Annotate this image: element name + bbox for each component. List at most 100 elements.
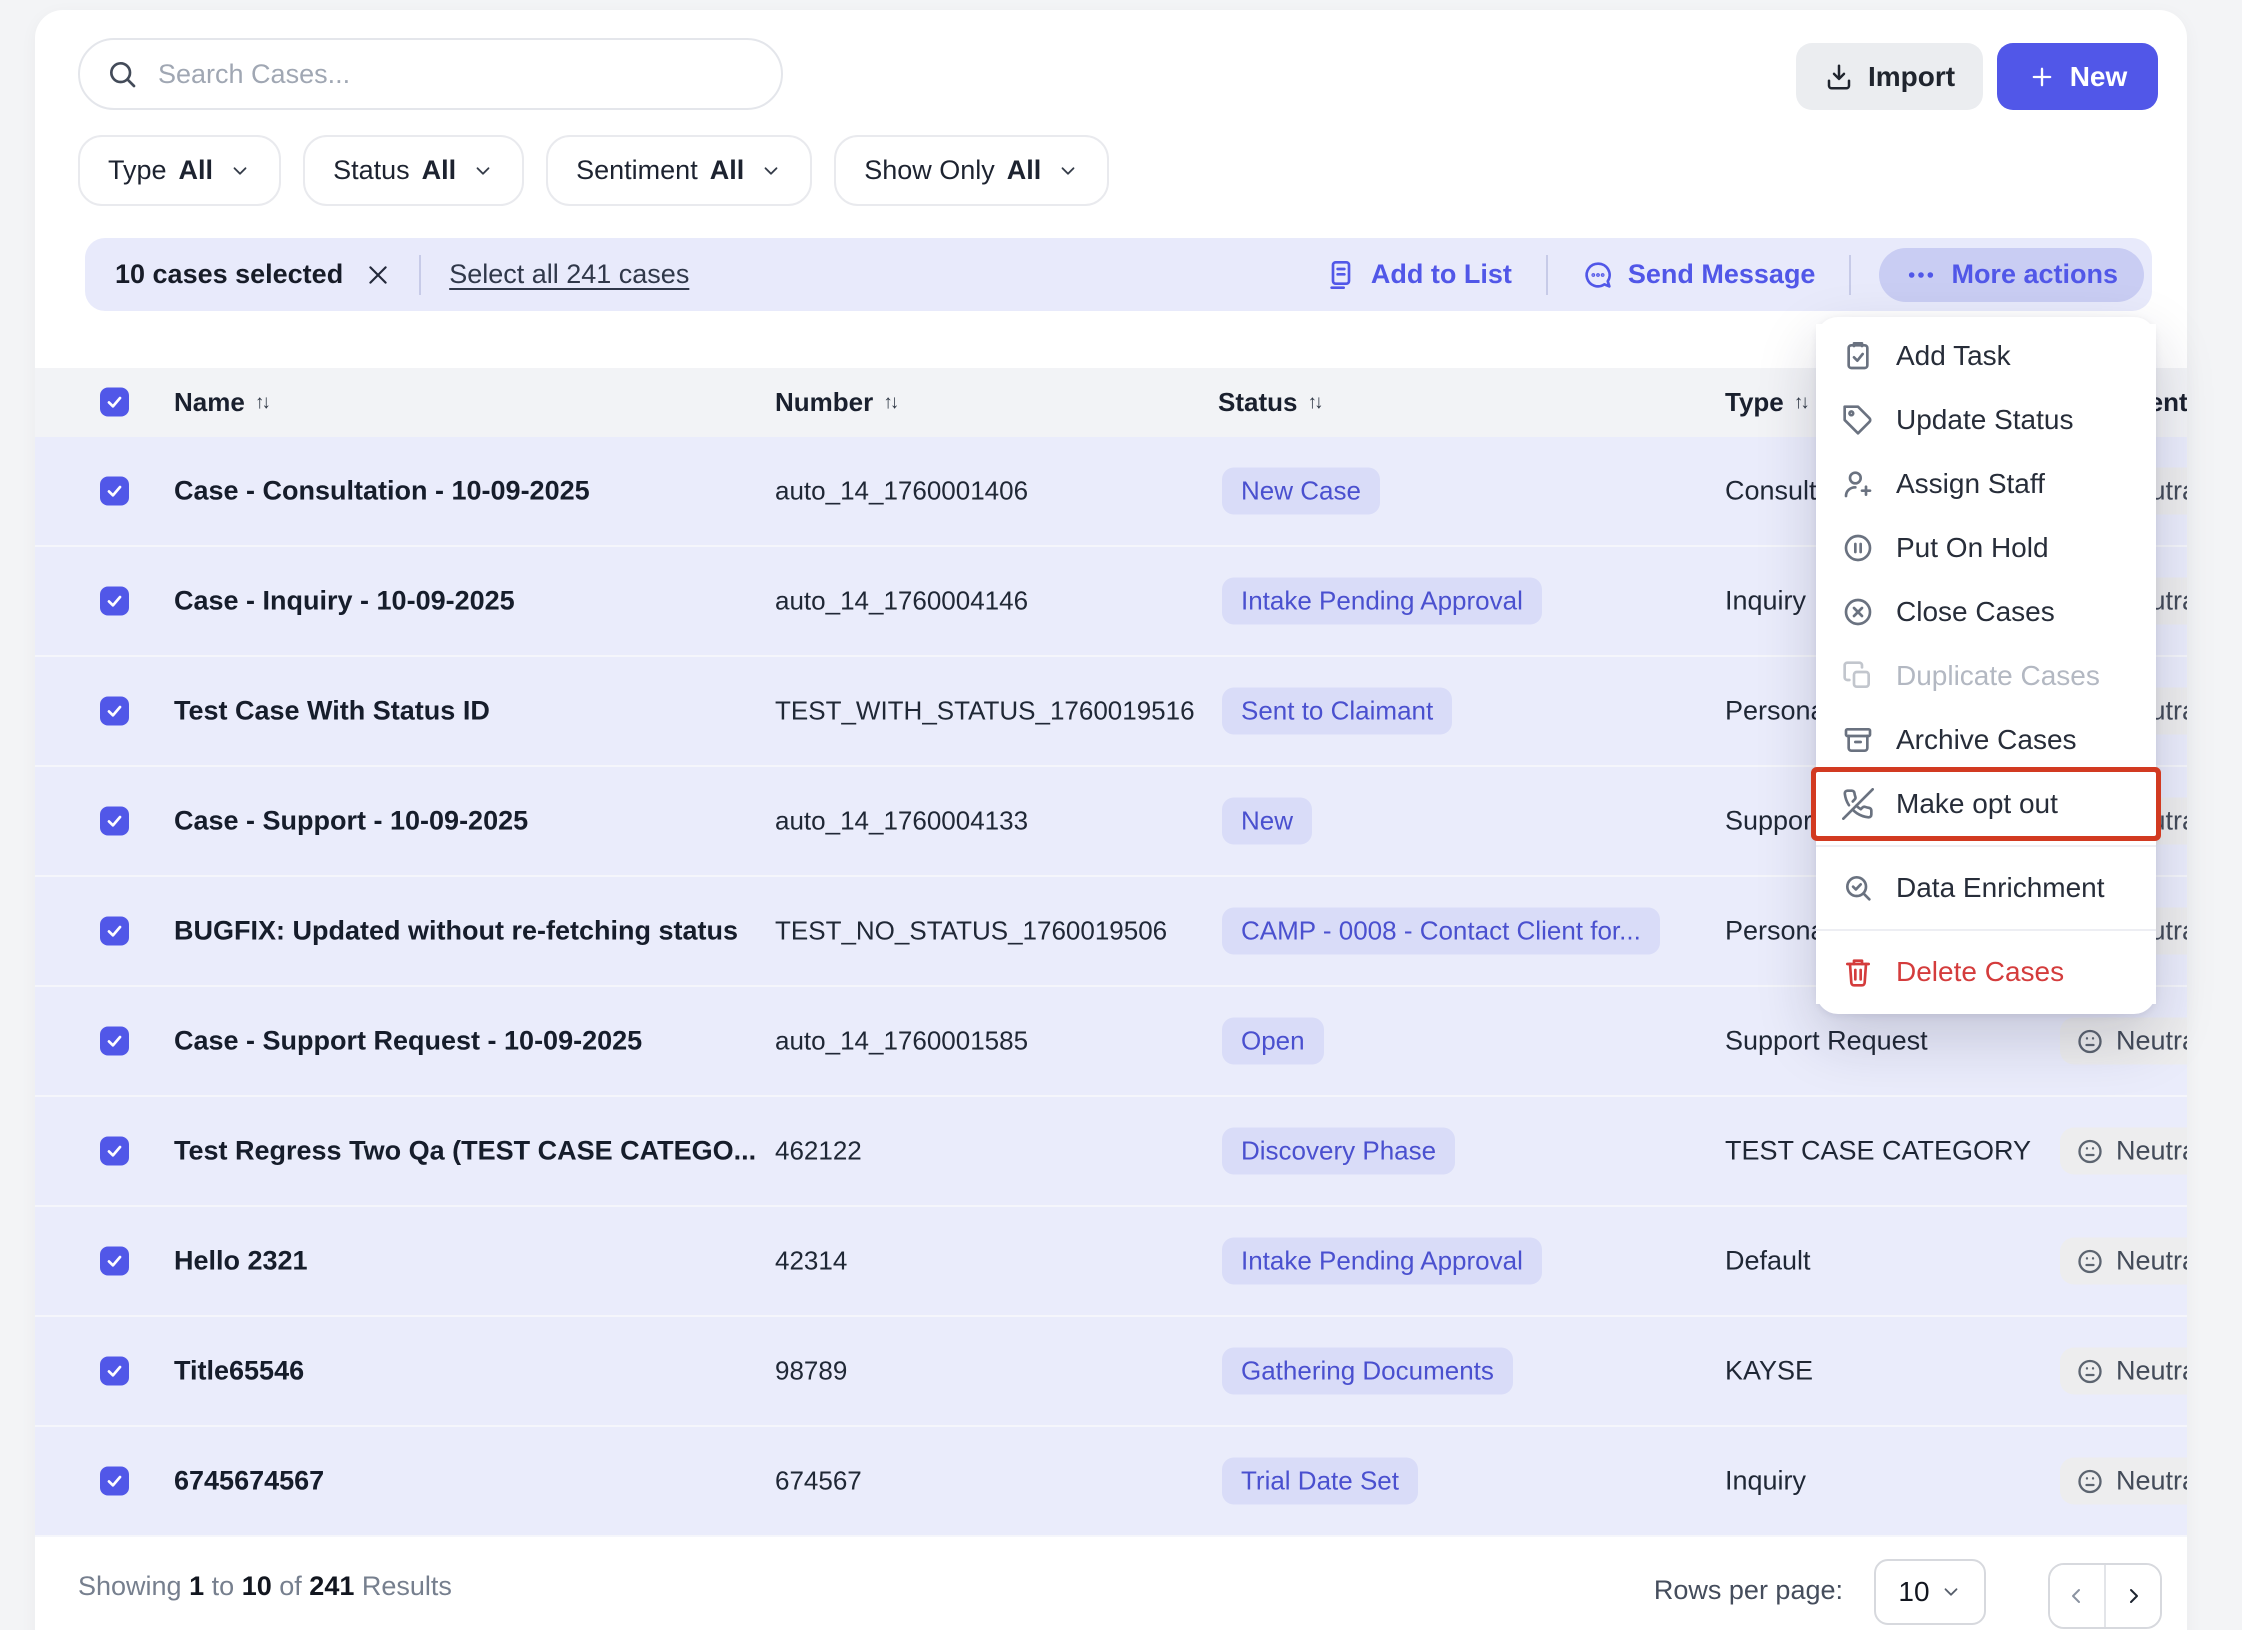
menu-divider — [1816, 845, 2156, 847]
row-checkbox[interactable] — [100, 1357, 129, 1386]
filter-label: Sentiment — [576, 155, 698, 186]
plus-icon — [2028, 63, 2056, 91]
table-row[interactable]: 6745674567 674567 Trial Date Set Inquiry… — [35, 1427, 2187, 1537]
update-status-icon — [1842, 404, 1874, 436]
more-actions-label: More actions — [1951, 259, 2118, 290]
row-checkbox[interactable] — [100, 1247, 129, 1276]
row-checkbox[interactable] — [100, 477, 129, 506]
case-type: KAYSE — [1725, 1356, 1813, 1387]
status-badge: Intake Pending Approval — [1222, 578, 1542, 625]
neutral-face-icon — [2076, 1137, 2104, 1165]
import-icon — [1824, 62, 1854, 92]
assign-staff-icon — [1842, 468, 1874, 500]
neutral-face-icon — [2076, 1357, 2104, 1385]
table-row[interactable]: Test Regress Two Qa (TEST CASE CATEGO...… — [35, 1097, 2187, 1207]
case-number: 462122 — [775, 1136, 862, 1167]
column-header-number[interactable]: Number ↑↓ — [775, 368, 896, 437]
case-type: TEST CASE CATEGORY — [1725, 1136, 2031, 1167]
status-badge: CAMP - 0008 - Contact Client for... — [1222, 908, 1660, 955]
add-to-list-button[interactable]: Add to List — [1319, 259, 1518, 291]
menu-divider — [1816, 929, 2156, 931]
filter-pill[interactable]: Status All — [303, 135, 524, 206]
filter-pill[interactable]: Show Only All — [834, 135, 1109, 206]
sort-icon: ↑↓ — [1794, 392, 1807, 414]
column-header-name[interactable]: Name ↑↓ — [174, 368, 268, 437]
previous-page-button[interactable] — [2050, 1565, 2106, 1627]
search-input[interactable] — [158, 59, 755, 90]
column-header-status[interactable]: Status ↑↓ — [1218, 368, 1320, 437]
close-cases-icon — [1842, 596, 1874, 628]
case-number: 42314 — [775, 1246, 847, 1277]
more-dots-icon — [1905, 259, 1937, 291]
next-page-button[interactable] — [2106, 1565, 2160, 1627]
neutral-face-icon — [2076, 1027, 2104, 1055]
search-icon — [106, 58, 138, 90]
send-message-icon — [1582, 259, 1614, 291]
chevron-right-icon — [2121, 1584, 2145, 1608]
filter-label: Status — [333, 155, 410, 186]
data-enrichment-icon — [1842, 872, 1874, 904]
menu-item[interactable]: Delete Cases — [1816, 940, 2156, 1004]
put-on-hold-icon — [1842, 532, 1874, 564]
status-badge: Discovery Phase — [1222, 1128, 1455, 1175]
rows-per-page-label: Rows per page: — [1654, 1575, 1843, 1606]
case-number: auto_14_1760001406 — [775, 476, 1028, 507]
case-name: Case - Support - 10-09-2025 — [174, 806, 528, 837]
new-button[interactable]: New — [1997, 43, 2158, 110]
row-checkbox[interactable] — [100, 807, 129, 836]
import-label: Import — [1868, 61, 1955, 93]
rows-per-page-select[interactable]: 10 — [1874, 1559, 1986, 1625]
table-row[interactable]: Title65546 98789 Gathering Documents KAY… — [35, 1317, 2187, 1427]
import-button[interactable]: Import — [1796, 43, 1983, 110]
case-number: 98789 — [775, 1356, 847, 1387]
menu-item[interactable]: Data Enrichment — [1816, 856, 2156, 920]
filter-pill[interactable]: Sentiment All — [546, 135, 812, 206]
menu-item[interactable]: Update Status — [1816, 388, 2156, 452]
send-message-button[interactable]: Send Message — [1576, 259, 1822, 291]
selected-count: 10 cases selected — [115, 259, 343, 290]
more-actions-button[interactable]: More actions — [1879, 248, 2144, 302]
menu-item[interactable]: Assign Staff — [1816, 452, 2156, 516]
row-checkbox[interactable] — [100, 587, 129, 616]
add-task-icon — [1842, 340, 1874, 372]
menu-item[interactable]: Put On Hold — [1816, 516, 2156, 580]
menu-item[interactable]: Close Cases — [1816, 580, 2156, 644]
table-row[interactable]: Hello 2321 42314 Intake Pending Approval… — [35, 1207, 2187, 1317]
chevron-down-icon — [1057, 160, 1079, 182]
search-box — [78, 38, 783, 110]
case-name: Test Case With Status ID — [174, 696, 490, 727]
status-badge: New — [1222, 798, 1312, 845]
menu-item[interactable]: Make opt out — [1816, 772, 2156, 836]
menu-item[interactable]: Add Task — [1816, 324, 2156, 388]
row-checkbox[interactable] — [100, 917, 129, 946]
menu-item-label: Make opt out — [1896, 788, 2058, 820]
column-header-type[interactable]: Type ↑↓ — [1725, 368, 1807, 437]
neutral-face-icon — [2076, 1467, 2104, 1495]
row-checkbox[interactable] — [100, 697, 129, 726]
sentiment-label: Neutral — [2116, 1026, 2187, 1057]
row-checkbox[interactable] — [100, 1027, 129, 1056]
sentiment-label: Neutral — [2116, 1466, 2187, 1497]
menu-item-label: Put On Hold — [1896, 532, 2049, 564]
chevron-down-icon — [760, 160, 782, 182]
row-checkbox[interactable] — [100, 1467, 129, 1496]
clear-selection-icon[interactable] — [365, 262, 391, 288]
add-to-list-icon — [1325, 259, 1357, 291]
menu-item[interactable]: Duplicate Cases — [1816, 644, 2156, 708]
select-all-checkbox[interactable] — [100, 388, 129, 417]
status-badge: Sent to Claimant — [1222, 688, 1452, 735]
case-type: Inquiry — [1725, 1466, 1806, 1497]
divider — [1546, 255, 1548, 295]
row-checkbox[interactable] — [100, 1137, 129, 1166]
filter-pill[interactable]: Type All — [78, 135, 281, 206]
duplicate-cases-icon — [1842, 660, 1874, 692]
neutral-face-icon — [2076, 1247, 2104, 1275]
status-badge: Intake Pending Approval — [1222, 1238, 1542, 1285]
sort-icon: ↑↓ — [1307, 392, 1320, 414]
case-name: Title65546 — [174, 1356, 304, 1387]
select-all-link[interactable]: Select all 241 cases — [449, 259, 689, 290]
case-type: Support — [1725, 806, 1820, 837]
divider — [419, 255, 421, 295]
case-number: TEST_WITH_STATUS_1760019516 — [775, 696, 1195, 727]
menu-item[interactable]: Archive Cases — [1816, 708, 2156, 772]
